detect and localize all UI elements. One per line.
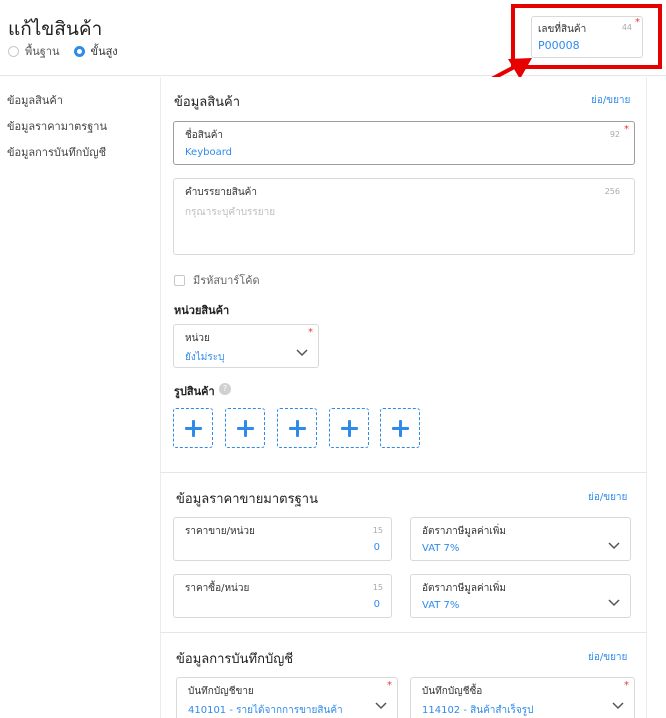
buy-price-count: 15 — [372, 583, 383, 592]
product-name-label: ชื่อสินค้า — [185, 130, 224, 141]
chevron-down-icon — [296, 349, 308, 357]
page-title: แก้ไขสินค้า — [8, 18, 103, 40]
barcode-checkbox-row[interactable]: มีรหัสบาร์โค้ด — [174, 271, 260, 289]
nav-item-pricing[interactable]: ข้อมูลราคามาตรฐาน — [0, 116, 150, 142]
add-image-button-3[interactable] — [277, 408, 317, 448]
sell-price-value[interactable]: 0 — [374, 542, 380, 553]
buy-vat-value: VAT 7% — [422, 600, 460, 611]
unit-select[interactable]: หน่วย * ยังไม่ระบุ — [173, 324, 319, 368]
add-image-button-5[interactable] — [380, 408, 420, 448]
chevron-down-icon — [375, 702, 387, 710]
product-name-count: 92 — [609, 130, 620, 139]
product-name-value[interactable]: Keyboard — [185, 147, 232, 158]
buy-vat-select[interactable]: อัตราภาษีมูลค่าเพิ่ม VAT 7% — [410, 574, 631, 618]
chevron-down-icon — [608, 542, 620, 550]
purchase-account-label: บันทึกบัญชีซื้อ — [422, 686, 483, 697]
section-title-product-info: ข้อมูลสินค้า — [174, 95, 241, 110]
product-name-field[interactable]: ชื่อสินค้า 92 * Keyboard — [173, 121, 635, 165]
buy-vat-label: อัตราภาษีมูลค่าเพิ่ม — [422, 583, 506, 594]
plus-icon — [192, 420, 195, 437]
plus-icon — [348, 420, 351, 437]
plus-icon — [296, 420, 299, 437]
buy-price-field[interactable]: ราคาซื้อ/หน่วย 15 0 — [173, 574, 392, 618]
product-description-placeholder[interactable]: กรุณาระบุคำบรรยาย — [185, 205, 275, 220]
product-description-count: 256 — [604, 187, 620, 196]
add-image-button-1[interactable] — [173, 408, 213, 448]
sell-price-field[interactable]: ราคาขาย/หน่วย 15 0 — [173, 517, 392, 561]
sell-price-count: 15 — [372, 526, 383, 535]
section-title-pricing: ข้อมูลราคาขายมาตรฐาน — [176, 492, 318, 507]
barcode-checkbox[interactable] — [174, 274, 185, 286]
nav-item-accounting[interactable]: ข้อมูลการบันทึกบัญชี — [0, 142, 150, 168]
sales-account-label: บันทึกบัญชีขาย — [188, 686, 254, 697]
sell-vat-value: VAT 7% — [422, 543, 460, 554]
unit-required-mark: * — [308, 327, 313, 338]
sell-price-label: ราคาขาย/หน่วย — [185, 526, 255, 537]
unit-value: ยังไม่ระบุ — [185, 352, 225, 363]
add-image-button-2[interactable] — [225, 408, 265, 448]
radio-advanced-label: ขั้นสูง — [90, 45, 118, 58]
unit-label: หน่วย — [185, 333, 210, 344]
purchase-account-value: 114102 - สินค้าสำเร็จรูป — [422, 705, 534, 716]
product-description-field[interactable]: คำบรรยายสินค้า 256 กรุณาระบุคำบรรยาย — [173, 178, 635, 255]
toggle-pricing[interactable]: ย่อ/ขยาย — [588, 490, 627, 505]
nav-item-product-info[interactable]: ข้อมูลสินค้า — [0, 90, 150, 116]
buy-price-value[interactable]: 0 — [374, 599, 380, 610]
chevron-down-icon — [608, 599, 620, 607]
mode-radio-group: พื้นฐาน ขั้นสูง — [8, 42, 132, 60]
section-divider — [160, 632, 647, 633]
add-image-button-4[interactable] — [329, 408, 369, 448]
section-title-accounting: ข้อมูลการบันทึกบัญชี — [176, 652, 294, 667]
plus-icon — [399, 420, 402, 437]
sell-vat-label: อัตราภาษีมูลค่าเพิ่ม — [422, 526, 506, 537]
product-description-label: คำบรรยายสินค้า — [185, 187, 257, 198]
radio-advanced[interactable]: ขั้นสูง — [73, 42, 118, 60]
purchase-account-select[interactable]: บันทึกบัญชีซื้อ * 114102 - สินค้าสำเร็จร… — [410, 677, 635, 718]
plus-icon — [244, 420, 247, 437]
chevron-down-icon — [612, 702, 624, 710]
toggle-accounting[interactable]: ย่อ/ขยาย — [588, 650, 627, 665]
radio-basic-label: พื้นฐาน — [25, 45, 60, 58]
radio-advanced-dot[interactable] — [73, 45, 85, 57]
sales-account-required-mark: * — [387, 680, 392, 691]
images-section-title: รูปสินค้า — [174, 385, 215, 398]
purchase-account-required-mark: * — [624, 680, 629, 691]
radio-basic[interactable]: พื้นฐาน — [8, 42, 60, 60]
product-name-required-mark: * — [624, 124, 629, 135]
sales-account-select[interactable]: บันทึกบัญชีขาย * 410101 - รายได้จากการขา… — [176, 677, 398, 718]
toggle-product-info[interactable]: ย่อ/ขยาย — [591, 93, 630, 108]
barcode-checkbox-label: มีรหัสบาร์โค้ด — [193, 274, 260, 287]
left-nav: ข้อมูลสินค้า ข้อมูลราคามาตรฐาน ข้อมูลการ… — [0, 90, 150, 168]
content-panel — [160, 77, 647, 718]
section-divider — [160, 472, 647, 473]
help-icon[interactable]: ? — [219, 383, 231, 395]
radio-basic-dot[interactable] — [8, 45, 19, 57]
unit-section-title: หน่วยสินค้า — [174, 304, 230, 317]
sales-account-value: 410101 - รายได้จากการขายสินค้า — [188, 705, 343, 716]
sell-vat-select[interactable]: อัตราภาษีมูลค่าเพิ่ม VAT 7% — [410, 517, 631, 561]
buy-price-label: ราคาซื้อ/หน่วย — [185, 583, 250, 594]
